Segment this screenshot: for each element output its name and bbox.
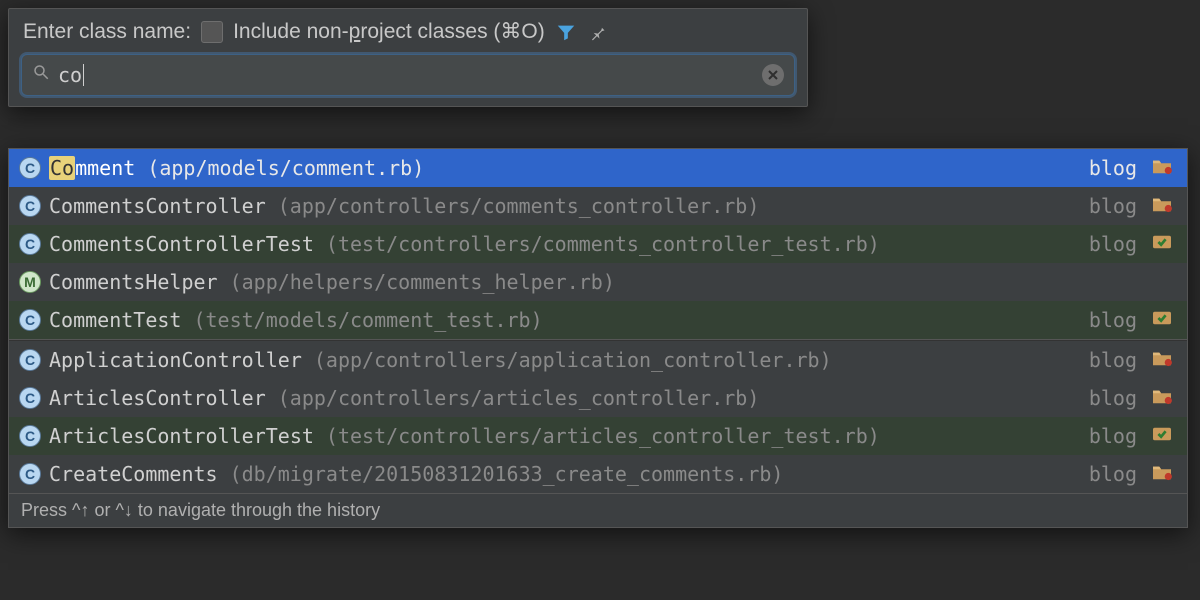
search-query-text: co	[58, 63, 762, 87]
module-label: blog	[1089, 232, 1137, 256]
module-label: blog	[1089, 424, 1137, 448]
result-name-text: ArticlesControllerTest	[49, 424, 314, 448]
result-name-text: ArticlesController	[49, 386, 266, 410]
module-label: blog	[1089, 386, 1137, 410]
result-row[interactable]: C Comment (app/models/comment.rb) blog	[9, 149, 1187, 187]
class-badge-icon: C	[19, 233, 41, 255]
test-folder-icon	[1151, 308, 1173, 332]
module-label: blog	[1089, 308, 1137, 332]
result-name-text: CommentsController	[49, 194, 266, 218]
search-icon	[32, 63, 50, 87]
folder-icon	[1151, 386, 1173, 410]
result-path: (app/controllers/articles_controller.rb)	[278, 386, 760, 410]
result-name-text: CommentTest	[49, 308, 181, 332]
result-name: ApplicationController	[49, 348, 302, 372]
result-row[interactable]: C CommentTest (test/models/comment_test.rb…	[9, 301, 1187, 339]
result-name: CreateComments	[49, 462, 218, 486]
search-input[interactable]: co	[21, 54, 795, 96]
popup-header: Enter class name: Include non-project cl…	[9, 9, 807, 48]
history-hint: Press ^↑ or ^↓ to navigate through the h…	[9, 493, 1187, 527]
result-row[interactable]: C ArticlesControllerTest (test/controllers…	[9, 417, 1187, 455]
result-name: CommentsController	[49, 194, 266, 218]
class-badge-icon: C	[19, 309, 41, 331]
result-name: CommentsControllerTest	[49, 232, 314, 256]
module-badge-icon: M	[19, 271, 41, 293]
pin-icon[interactable]	[587, 22, 607, 42]
result-name: Comment	[49, 156, 135, 180]
class-badge-icon: C	[19, 195, 41, 217]
result-name-text: CreateComments	[49, 462, 218, 486]
result-path: (test/controllers/comments_controller_te…	[326, 232, 880, 256]
include-non-project-label: Include non-project classes (⌘O)	[233, 19, 545, 44]
class-badge-icon: C	[19, 425, 41, 447]
folder-icon	[1151, 194, 1173, 218]
result-row[interactable]: C ArticlesController (app/controllers/arti…	[9, 379, 1187, 417]
result-name: CommentsHelper	[49, 270, 218, 294]
result-name-text: CommentsHelper	[49, 270, 218, 294]
module-label: blog	[1089, 462, 1137, 486]
result-name-text: mment	[75, 156, 135, 180]
text-caret	[83, 64, 84, 86]
results-list: C Comment (app/models/comment.rb) blog C Comm…	[8, 148, 1188, 528]
test-folder-icon	[1151, 424, 1173, 448]
result-name: CommentTest	[49, 308, 181, 332]
module-label: blog	[1089, 194, 1137, 218]
go-to-class-popup: Enter class name: Include non-project cl…	[8, 8, 808, 107]
class-badge-icon: C	[19, 349, 41, 371]
module-label: blog	[1089, 348, 1137, 372]
result-name: ArticlesControllerTest	[49, 424, 314, 448]
result-name-text: ApplicationController	[49, 348, 302, 372]
result-name: ArticlesController	[49, 386, 266, 410]
folder-icon	[1151, 462, 1173, 486]
result-path: (app/controllers/application_controller.…	[314, 348, 832, 372]
result-row[interactable]: C CreateComments (db/migrate/2015083120163…	[9, 455, 1187, 493]
result-row[interactable]: C CommentsControllerTest (test/controllers…	[9, 225, 1187, 263]
module-label: blog	[1089, 156, 1137, 180]
clear-search-button[interactable]	[762, 64, 784, 86]
result-row[interactable]: C ApplicationController (app/controllers/a…	[9, 341, 1187, 379]
enter-class-label: Enter class name:	[23, 20, 191, 44]
search-row: co	[9, 48, 807, 106]
result-path: (app/controllers/comments_controller.rb)	[278, 194, 760, 218]
result-path: (test/controllers/articles_controller_te…	[326, 424, 880, 448]
folder-icon	[1151, 348, 1173, 372]
search-query-value: co	[58, 63, 82, 87]
result-row[interactable]: C CommentsController (app/controllers/comm…	[9, 187, 1187, 225]
class-badge-icon: C	[19, 463, 41, 485]
result-path: (db/migrate/20150831201633_create_commen…	[230, 462, 784, 486]
class-badge-icon: C	[19, 157, 41, 179]
include-label-post: roject classes (⌘O)	[360, 20, 544, 43]
result-name-text: CommentsControllerTest	[49, 232, 314, 256]
class-badge-icon: C	[19, 387, 41, 409]
test-folder-icon	[1151, 232, 1173, 256]
match-highlight: Co	[49, 156, 75, 180]
filter-icon[interactable]	[555, 21, 577, 43]
result-path: (app/helpers/comments_helper.rb)	[230, 270, 615, 294]
result-path: (test/models/comment_test.rb)	[193, 308, 542, 332]
result-path: (app/models/comment.rb)	[147, 156, 424, 180]
include-non-project-checkbox[interactable]	[201, 21, 223, 43]
include-label-pre: Include non-	[233, 20, 349, 43]
include-label-underlined: p	[349, 20, 361, 43]
folder-icon	[1151, 156, 1173, 180]
result-row[interactable]: M CommentsHelper (app/helpers/comments_hel…	[9, 263, 1187, 301]
